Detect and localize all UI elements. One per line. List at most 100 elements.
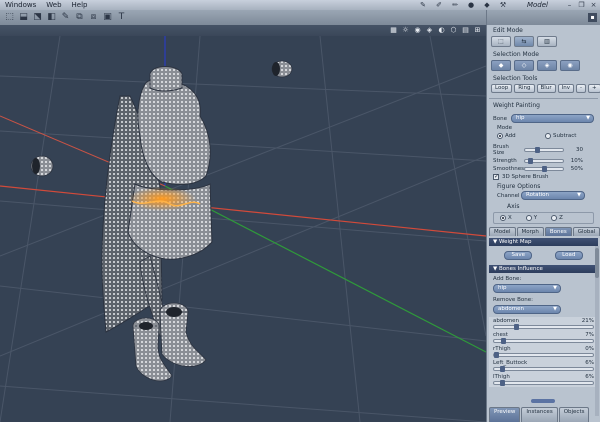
mesh-cylinder-top[interactable] (271, 60, 293, 78)
scene-canvas[interactable] (0, 36, 486, 422)
copy-icon[interactable]: ⧉ (74, 12, 85, 23)
wire-icon[interactable]: ⬡ (449, 26, 458, 35)
add-bone-dropdown[interactable]: hip ▼ (493, 284, 561, 293)
view-icon[interactable]: ⊞ (473, 26, 482, 35)
select-mode-icon[interactable]: ⬚ (491, 36, 511, 47)
mode-subtract-radio[interactable] (545, 133, 551, 139)
menu-web[interactable]: Web (41, 0, 66, 10)
axis-x-option[interactable]: X (500, 215, 512, 221)
edge-select-icon[interactable]: ◇ (514, 60, 534, 71)
grid-icon[interactable]: ▦ (389, 26, 398, 35)
ring-button[interactable]: Ring (514, 84, 535, 93)
panel-collapse-icon[interactable]: ▪ (588, 13, 597, 22)
invert-button[interactable]: Inv (557, 84, 574, 93)
grow-button[interactable]: + (587, 84, 600, 93)
save-button[interactable]: Save (504, 251, 533, 260)
chevron-down-icon: ▼ (577, 192, 581, 198)
vertex-select-icon[interactable]: ◆ (491, 60, 511, 71)
close-icon[interactable]: × (589, 1, 598, 9)
brush-size-value: 30 (576, 147, 583, 153)
mode-add-radio[interactable] (497, 133, 503, 139)
bone-row: Bone hip ▼ (487, 113, 600, 124)
smoothness-value: 50% (570, 166, 583, 172)
weight-mode-icon[interactable]: ⇆ (514, 36, 534, 47)
object-select-icon[interactable]: ◉ (560, 60, 580, 71)
horizontal-scroll-thumb[interactable] (531, 399, 555, 403)
load-button[interactable]: Load (554, 251, 583, 260)
wrench-icon[interactable]: ⚒ (496, 1, 510, 10)
smoothness-slider[interactable] (524, 166, 564, 172)
tab-morph[interactable]: Morph (516, 227, 544, 236)
slider-knob[interactable] (541, 166, 547, 172)
blur-button[interactable]: Blur (536, 84, 556, 93)
cube-icon[interactable]: ◧ (46, 12, 57, 23)
bones-influence-header[interactable]: ▼ Bones Influence (489, 265, 598, 273)
slider-knob[interactable] (500, 338, 506, 344)
paste-icon[interactable]: ⧈ (88, 12, 99, 23)
slider-knob[interactable] (499, 380, 505, 386)
axis-z-radio[interactable] (551, 215, 558, 221)
bone-influence-slider[interactable] (493, 338, 594, 344)
pencil-icon[interactable]: ✐ (432, 1, 446, 10)
tab-objects[interactable]: Objects (558, 407, 590, 422)
bone-dropdown[interactable]: hip ▼ (511, 114, 594, 123)
bone-influence-slider[interactable] (493, 352, 594, 358)
3d-viewport[interactable]: ▦ ☼ ◉ ◈ ◐ ⬡ ▤ ⊞ (0, 25, 486, 422)
window-controls: – ❐ × (565, 0, 598, 10)
tab-global[interactable]: Global (572, 227, 600, 236)
scrollbar-thumb[interactable] (595, 248, 599, 278)
tab-bones[interactable]: Bones (544, 227, 572, 236)
bone-influence-slider[interactable] (493, 324, 594, 330)
channel-dropdown[interactable]: Rotation ▼ (521, 191, 585, 200)
sphere-icon[interactable]: ● (464, 1, 478, 10)
uv-mode-icon[interactable]: ▥ (537, 36, 557, 47)
restore-icon[interactable]: ❐ (577, 1, 586, 9)
panel-scrollbar[interactable] (595, 246, 599, 416)
face-select-icon[interactable]: ◈ (537, 60, 557, 71)
text-icon[interactable]: T (116, 12, 127, 23)
pen-icon[interactable]: ✎ (416, 1, 430, 10)
chevron-down-icon: ▼ (586, 115, 590, 121)
menu-help[interactable]: Help (67, 0, 93, 10)
sphere-icon[interactable]: ◉ (413, 26, 422, 35)
bone-influence-slider[interactable] (493, 366, 594, 372)
select-icon[interactable]: ⬚ (4, 12, 15, 23)
camera-icon[interactable]: ▤ (461, 26, 470, 35)
axis-y-radio[interactable] (525, 215, 532, 221)
properties-panel: ▪ Edit Mode ⬚ ⇆ ▥ Selection Mode ◆ ◇ ◈ ◉… (486, 10, 600, 422)
mesh-boot-right[interactable] (159, 302, 207, 367)
tab-model[interactable]: Model (489, 227, 516, 236)
shade-icon[interactable]: ◐ (437, 26, 446, 35)
brush-icon[interactable]: ✏ (448, 1, 462, 10)
weight-map-header[interactable]: ▼ Weight Map (489, 238, 598, 246)
slider-knob[interactable] (528, 158, 534, 164)
slider-knob[interactable] (494, 352, 499, 358)
light-icon[interactable]: ☼ (401, 26, 410, 35)
brush-size-slider[interactable] (524, 147, 564, 153)
loop-button[interactable]: Loop (491, 84, 513, 93)
cube-icon[interactable]: ◈ (425, 26, 434, 35)
axis-x-radio[interactable] (500, 215, 506, 221)
panel-header: ▪ (487, 10, 600, 25)
frame-icon[interactable]: ▣ (102, 12, 113, 23)
menu-windows[interactable]: Windows (0, 0, 41, 10)
move-icon[interactable]: ⬓ (18, 12, 29, 23)
cube-icon[interactable]: ◆ (480, 1, 494, 10)
axis-y-option[interactable]: Y (525, 215, 537, 221)
slider-knob[interactable] (513, 324, 519, 330)
divider (489, 98, 598, 99)
brush-icon[interactable]: ✎ (60, 12, 71, 23)
mesh-cylinder-left[interactable] (30, 155, 54, 177)
bone-influence-slider[interactable] (493, 380, 594, 386)
remove-bone-dropdown[interactable]: abdomen ▼ (493, 305, 561, 314)
shrink-button[interactable]: - (575, 84, 586, 93)
minimize-icon[interactable]: – (565, 1, 574, 9)
rotate-icon[interactable]: ⬔ (32, 12, 43, 23)
slider-knob[interactable] (534, 147, 540, 153)
axis-z-option[interactable]: Z (551, 215, 563, 221)
sphere-brush-checkbox[interactable] (493, 173, 499, 180)
tab-instances[interactable]: Instances (521, 407, 558, 422)
slider-knob[interactable] (499, 366, 505, 372)
tab-preview[interactable]: Preview (489, 407, 521, 422)
strength-slider[interactable] (524, 158, 564, 164)
